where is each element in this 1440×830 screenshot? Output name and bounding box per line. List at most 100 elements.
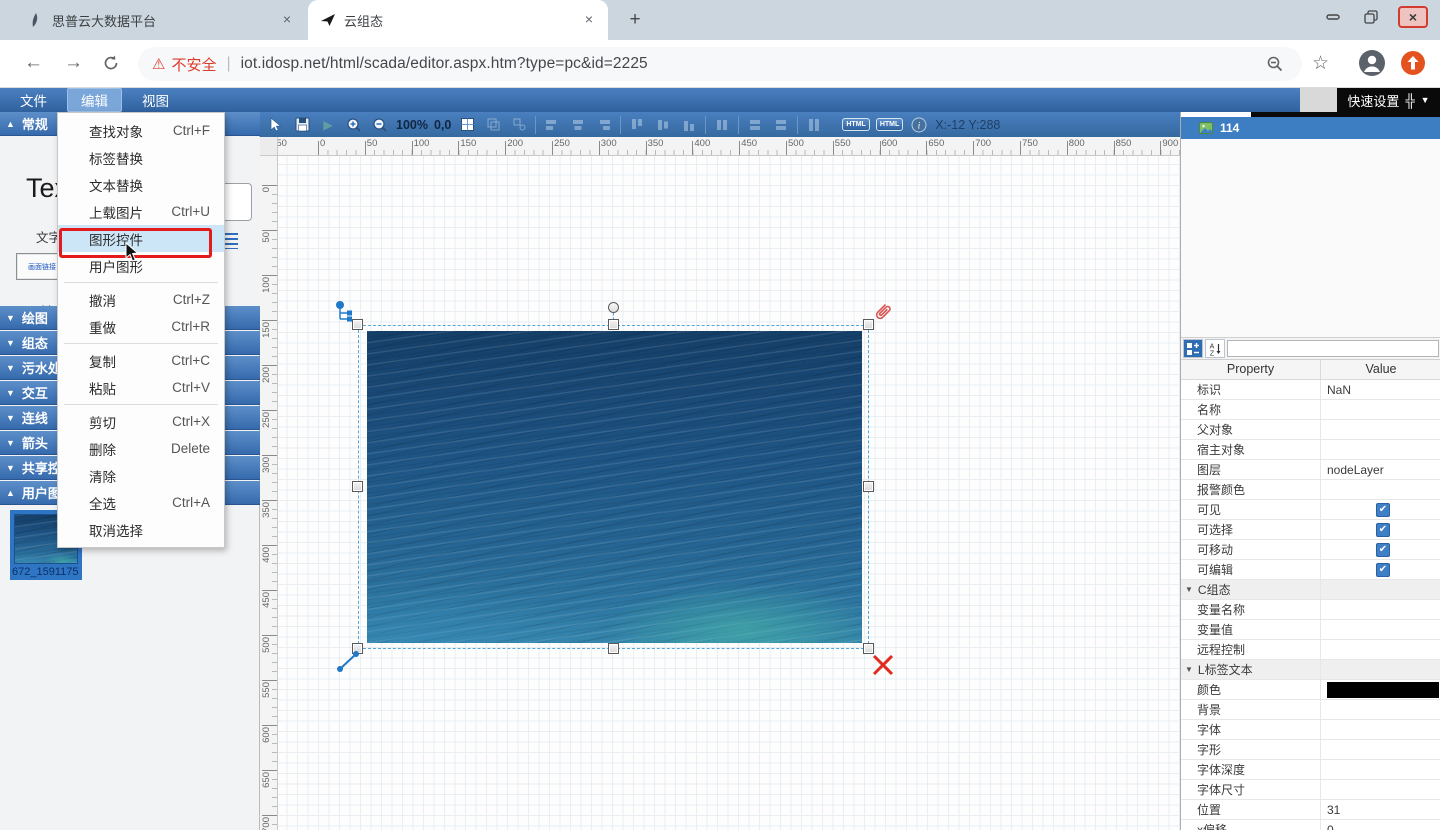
- window-close-button[interactable]: ×: [1398, 6, 1428, 28]
- window-restore-button[interactable]: [1356, 6, 1386, 28]
- categorized-view-button[interactable]: [1183, 339, 1203, 358]
- property-value-cell[interactable]: [1321, 660, 1440, 679]
- property-row[interactable]: 可选择✔: [1181, 520, 1440, 540]
- export-html-button[interactable]: HTML: [842, 118, 869, 131]
- page-zoom-icon[interactable]: [1266, 55, 1284, 73]
- property-value-cell[interactable]: [1321, 420, 1440, 439]
- edit-menu-item[interactable]: 粘贴Ctrl+V: [58, 374, 224, 401]
- property-row[interactable]: 标识NaN: [1181, 380, 1440, 400]
- property-value-cell[interactable]: [1321, 640, 1440, 659]
- property-value-cell[interactable]: nodeLayer: [1321, 460, 1440, 479]
- window-minimize-button[interactable]: [1318, 6, 1348, 28]
- save-icon[interactable]: [292, 115, 312, 135]
- menu-view[interactable]: 视图: [128, 88, 183, 112]
- zoom-in-icon[interactable]: [344, 115, 364, 135]
- forward-icon[interactable]: →: [64, 52, 83, 74]
- browser-update-icon[interactable]: [1399, 49, 1427, 77]
- align-left-icon[interactable]: [542, 115, 562, 135]
- distribute-icon[interactable]: [804, 115, 824, 135]
- property-value-cell[interactable]: 31: [1321, 800, 1440, 819]
- alphabetical-sort-button[interactable]: AZ: [1205, 339, 1225, 358]
- property-value-cell[interactable]: NaN: [1321, 380, 1440, 399]
- run-preview-icon[interactable]: ▶: [318, 115, 338, 135]
- browser-tab-dataplatform[interactable]: 思普云大数据平台 ×: [16, 0, 306, 40]
- export-html5-button[interactable]: HTML: [876, 118, 903, 131]
- edit-menu-item[interactable]: 复制Ctrl+C: [58, 347, 224, 374]
- reload-icon[interactable]: [102, 54, 120, 72]
- property-row[interactable]: 远程控制: [1181, 640, 1440, 660]
- property-value-cell[interactable]: [1321, 780, 1440, 799]
- edit-menu-item[interactable]: 标签替换: [58, 144, 224, 171]
- property-value-cell[interactable]: [1321, 400, 1440, 419]
- property-value-cell[interactable]: [1321, 680, 1440, 699]
- property-row[interactable]: 字形: [1181, 740, 1440, 760]
- align-top-icon[interactable]: [627, 115, 647, 135]
- edit-menu-item[interactable]: 文本替换: [58, 171, 224, 198]
- object-tree-area[interactable]: [1181, 139, 1440, 337]
- same-size-icon[interactable]: [771, 115, 791, 135]
- new-tab-button[interactable]: +: [622, 8, 648, 34]
- edit-menu-item[interactable]: 全选Ctrl+A: [58, 489, 224, 516]
- edit-menu-item[interactable]: 上载图片Ctrl+U: [58, 198, 224, 225]
- back-icon[interactable]: ←: [24, 52, 43, 74]
- edit-menu-item[interactable]: 图形控件: [58, 225, 224, 252]
- property-row[interactable]: 可编辑✔: [1181, 560, 1440, 580]
- resize-handle-e[interactable]: [863, 481, 874, 492]
- property-value-cell[interactable]: [1321, 480, 1440, 499]
- property-value-cell[interactable]: ✔: [1321, 500, 1440, 519]
- property-filter-input[interactable]: [1227, 340, 1439, 357]
- property-row[interactable]: 报警颜色: [1181, 480, 1440, 500]
- node-hierarchy-icon[interactable]: [334, 300, 360, 326]
- same-height-icon[interactable]: [745, 115, 765, 135]
- edit-menu-item[interactable]: 撤消Ctrl+Z: [58, 286, 224, 313]
- fit-screen-icon[interactable]: ╬: [1405, 93, 1414, 108]
- edit-menu-item[interactable]: 剪切Ctrl+X: [58, 408, 224, 435]
- property-row[interactable]: 父对象: [1181, 420, 1440, 440]
- tab-close-icon[interactable]: ×: [278, 11, 296, 29]
- property-value-cell[interactable]: [1321, 700, 1440, 719]
- checkbox-checked[interactable]: ✔: [1376, 543, 1390, 557]
- property-value-cell[interactable]: [1321, 580, 1440, 599]
- property-row[interactable]: 字体深度: [1181, 760, 1440, 780]
- design-canvas[interactable]: [278, 156, 1180, 830]
- property-value-cell[interactable]: [1321, 740, 1440, 759]
- paste-style-icon[interactable]: [509, 115, 529, 135]
- property-value-cell[interactable]: [1321, 600, 1440, 619]
- property-value-cell[interactable]: 0: [1321, 820, 1440, 830]
- edit-menu-item[interactable]: 取消选择: [58, 516, 224, 543]
- group-collapse-icon[interactable]: ▼: [1185, 585, 1193, 594]
- property-value-cell[interactable]: ✔: [1321, 520, 1440, 539]
- quick-settings-label[interactable]: 快速设置: [1347, 91, 1399, 110]
- edit-menu-item[interactable]: 清除: [58, 462, 224, 489]
- select-cursor-icon[interactable]: [266, 115, 286, 135]
- property-row[interactable]: 变量名称: [1181, 600, 1440, 620]
- property-value-cell[interactable]: [1321, 760, 1440, 779]
- property-row[interactable]: 可移动✔: [1181, 540, 1440, 560]
- browser-tab-cloud-scada[interactable]: 云组态 ×: [308, 0, 608, 40]
- color-swatch[interactable]: [1327, 682, 1439, 698]
- resize-handle-w[interactable]: [352, 481, 363, 492]
- tab-close-icon[interactable]: ×: [580, 11, 598, 29]
- property-value-cell[interactable]: [1321, 620, 1440, 639]
- align-center-icon[interactable]: [568, 115, 588, 135]
- property-row[interactable]: 变量值: [1181, 620, 1440, 640]
- checkbox-checked[interactable]: ✔: [1376, 563, 1390, 577]
- object-tree-selected-node[interactable]: 114: [1181, 117, 1440, 139]
- property-value-cell[interactable]: [1321, 720, 1440, 739]
- quick-settings-dropdown-icon[interactable]: ▼: [1421, 95, 1430, 105]
- menu-edit[interactable]: 编辑: [67, 88, 122, 112]
- delete-x-icon[interactable]: [870, 652, 896, 678]
- grid-toggle-icon[interactable]: [457, 115, 477, 135]
- url-text[interactable]: iot.idosp.net/html/scada/editor.aspx.htm…: [241, 55, 648, 73]
- zoom-out-icon[interactable]: [370, 115, 390, 135]
- property-row[interactable]: 可见✔: [1181, 500, 1440, 520]
- property-value-cell[interactable]: ✔: [1321, 560, 1440, 579]
- security-warning-label[interactable]: 不安全: [171, 54, 216, 75]
- property-row[interactable]: 背景: [1181, 700, 1440, 720]
- resize-handle-n[interactable]: [608, 319, 619, 330]
- align-right-icon[interactable]: [594, 115, 614, 135]
- checkbox-checked[interactable]: ✔: [1376, 503, 1390, 517]
- profile-avatar[interactable]: [1358, 49, 1386, 77]
- edit-menu-item[interactable]: 查找对象Ctrl+F: [58, 117, 224, 144]
- property-row[interactable]: 位置31: [1181, 800, 1440, 820]
